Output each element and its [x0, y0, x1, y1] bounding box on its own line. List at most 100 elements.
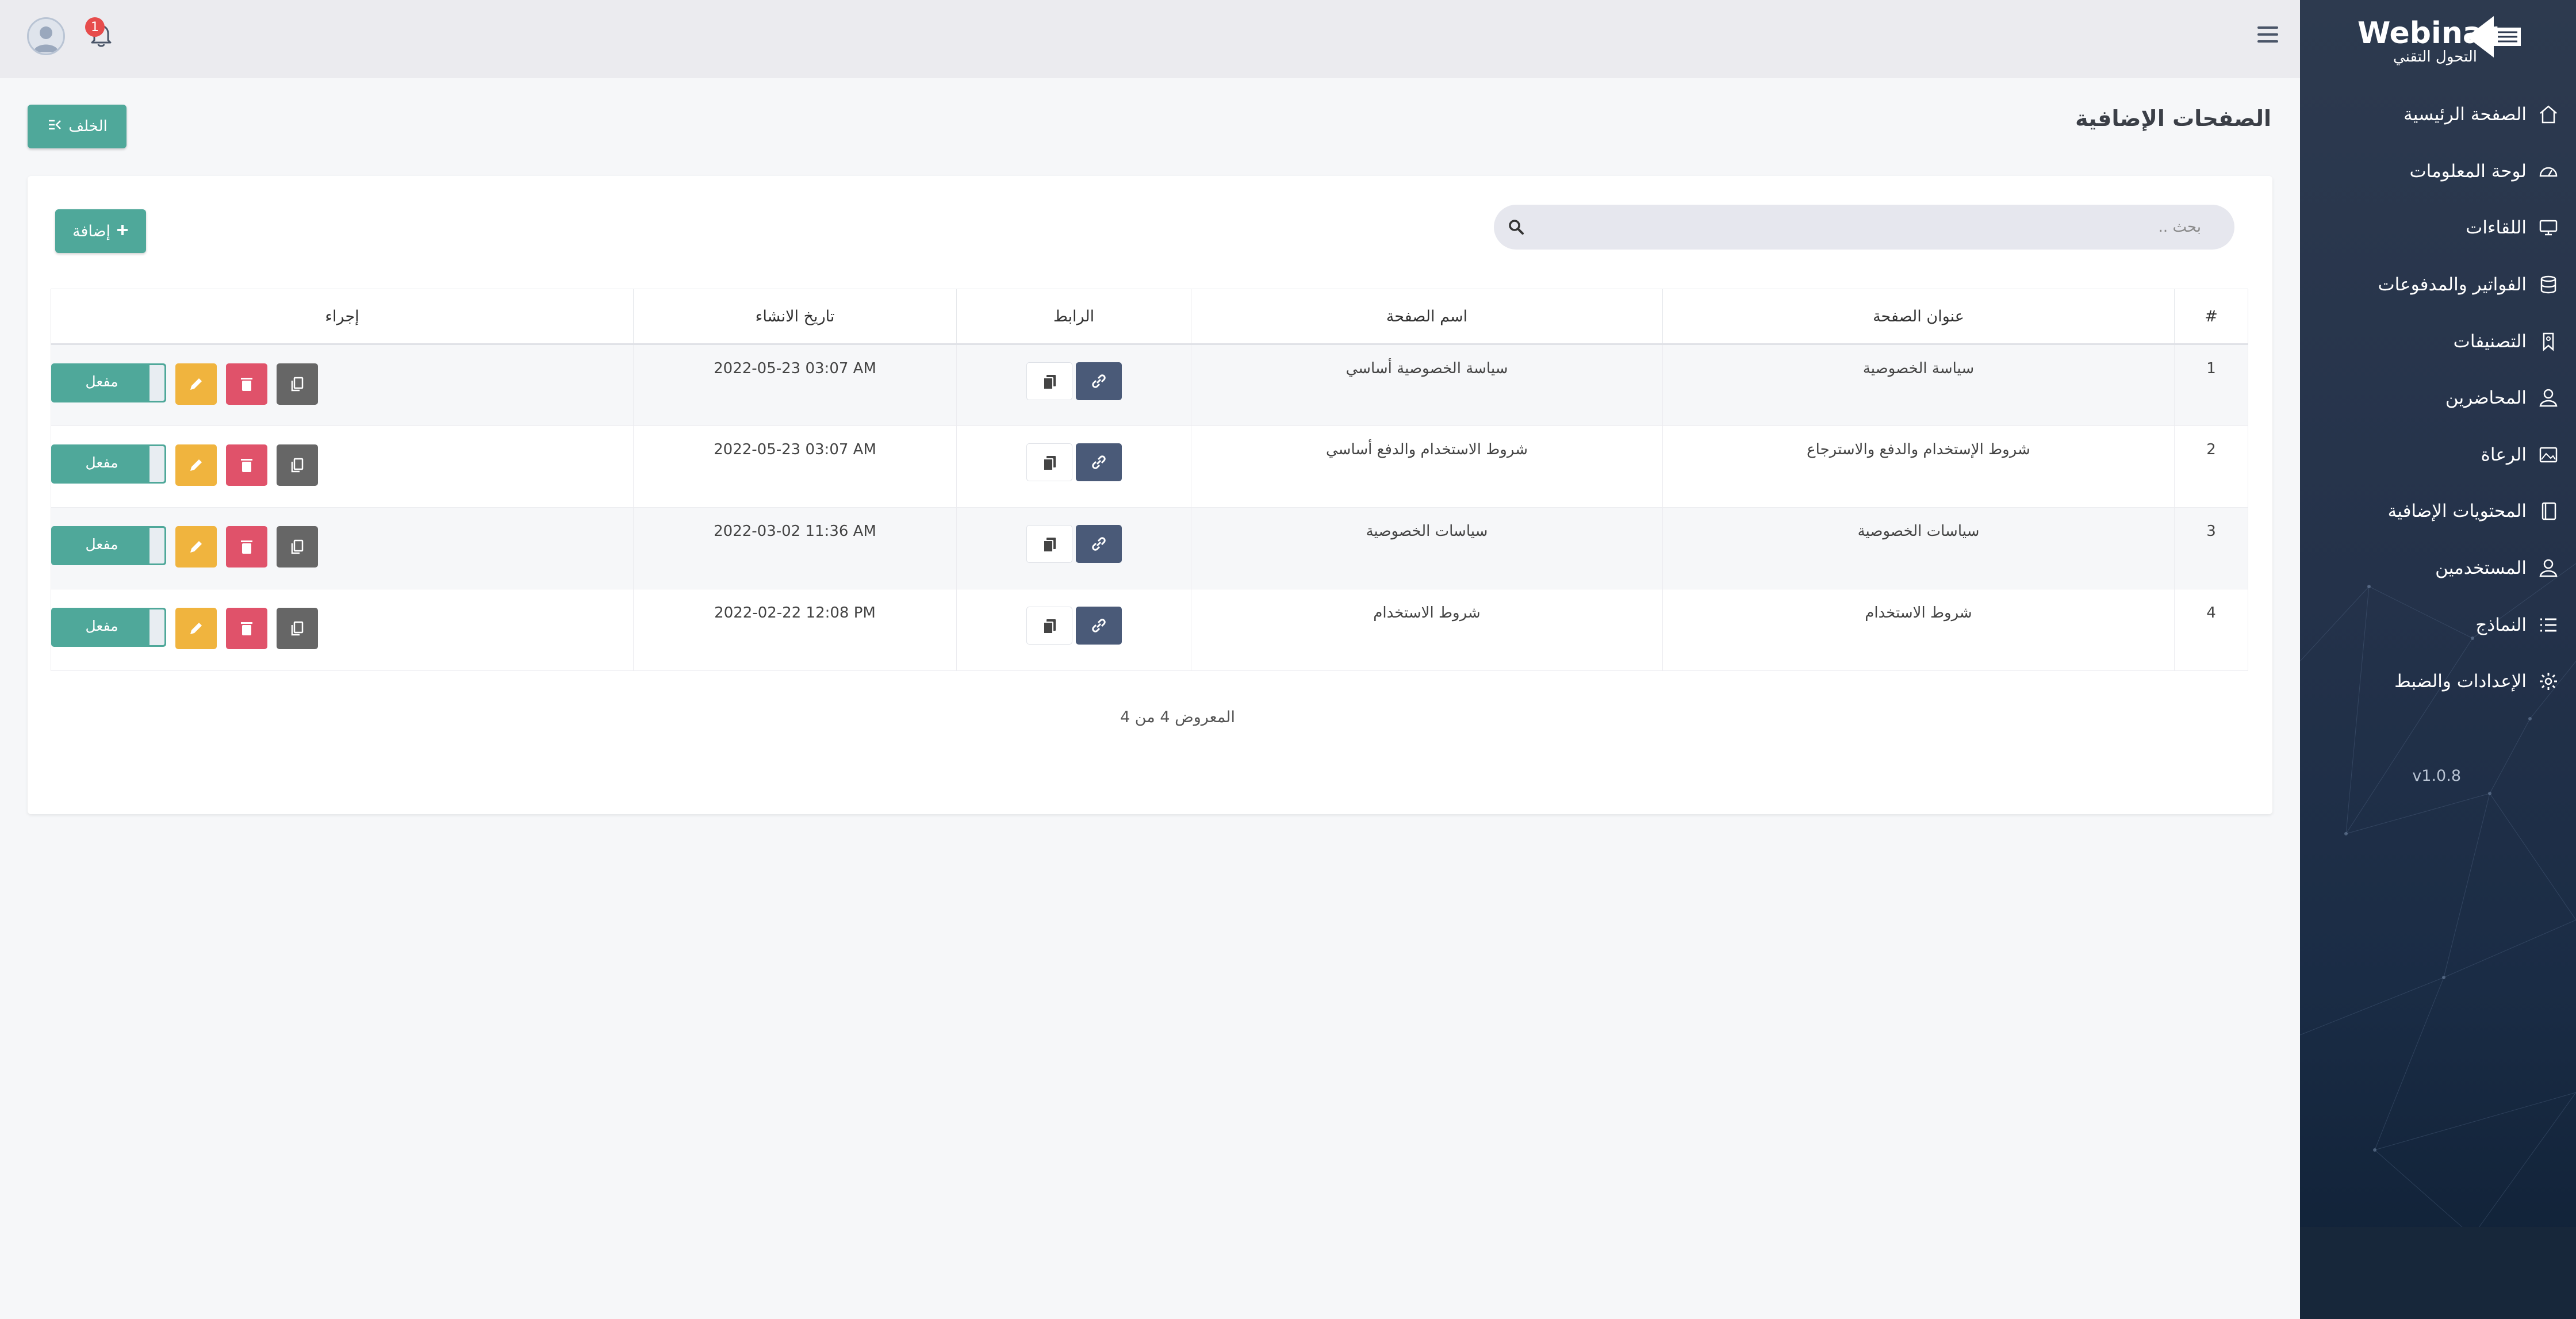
- page-name-cell: شروط الاستخدام والدفع أساسي: [1191, 425, 1663, 508]
- brand-logo[interactable]: Webinar التحول التقني: [2358, 13, 2521, 66]
- delete-button[interactable]: [226, 363, 267, 405]
- sidebar-item-users[interactable]: المستخدمين: [2300, 540, 2576, 597]
- avatar[interactable]: [27, 17, 65, 55]
- page-title-cell: سياسات الخصوصية: [1662, 507, 2175, 589]
- search-input[interactable]: [1540, 205, 2213, 250]
- sidebar-item-label: لوحة المعلومات: [2409, 160, 2527, 182]
- edit-button[interactable]: [175, 444, 217, 486]
- page-name-cell: سياسة الخصوصية أساسي: [1191, 344, 1663, 426]
- link-cell: [956, 589, 1191, 671]
- page-title-cell: شروط الاستخدام: [1662, 589, 2175, 671]
- delete-button[interactable]: [226, 608, 267, 649]
- page-title-cell: شروط الإستخدام والدفع والاسترجاع: [1662, 425, 2175, 508]
- bookmark-icon: [2538, 331, 2559, 352]
- sidebar-item-label: اللقاءات: [2466, 217, 2527, 239]
- header-link: الرابط: [956, 289, 1191, 345]
- actions-cell: مفعل: [51, 344, 634, 426]
- gear-icon: [2538, 671, 2559, 692]
- created-date-cell: 2022-05-23 03:07 AM: [633, 344, 957, 426]
- sidebar: Webinar التحول التقني الصفحة الرئيسية لوح…: [2300, 0, 2576, 1319]
- back-icon: [47, 118, 63, 135]
- sidebar-item-sponsors[interactable]: الرعاة: [2300, 427, 2576, 484]
- toggle-knob: [150, 609, 164, 645]
- status-label: مفعل: [85, 454, 118, 471]
- user-icon: [2538, 558, 2559, 578]
- sidebar-item-categories[interactable]: التصنيفات: [2300, 313, 2576, 370]
- add-button-label: إضافة: [72, 222, 111, 240]
- duplicate-button[interactable]: [277, 526, 318, 568]
- add-button[interactable]: إضافة: [55, 209, 146, 253]
- back-button-label: الخلف: [68, 118, 108, 135]
- user-icon: [2538, 388, 2559, 408]
- pagination-summary: المعروض 4 من 4: [1120, 708, 1236, 726]
- sidebar-item-meetings[interactable]: اللقاءات: [2300, 200, 2576, 256]
- copy-link-button[interactable]: [1026, 607, 1072, 645]
- page-name-cell: شروط الاستخدام: [1191, 589, 1663, 671]
- database-icon: [2538, 274, 2559, 295]
- plus-icon: [116, 223, 129, 240]
- sidebar-item-dashboard[interactable]: لوحة المعلومات: [2300, 143, 2576, 200]
- actions-cell: مفعل: [51, 589, 634, 671]
- delete-button[interactable]: [226, 526, 267, 568]
- toggle-knob: [150, 365, 164, 401]
- dashboard-icon: [2538, 161, 2559, 182]
- sidebar-item-invoices[interactable]: الفواتير والمدفوعات: [2300, 256, 2576, 313]
- status-toggle[interactable]: مفعل: [51, 608, 166, 647]
- sidebar-item-label: التصنيفات: [2453, 331, 2527, 352]
- image-icon: [2538, 444, 2559, 465]
- delete-button[interactable]: [226, 444, 267, 486]
- page-title: الصفحات الإضافية: [2075, 106, 2271, 131]
- edit-button[interactable]: [175, 608, 217, 649]
- sidebar-item-settings[interactable]: الإعدادات والضبط: [2300, 653, 2576, 710]
- list-icon: [2538, 615, 2559, 635]
- toggle-knob: [150, 528, 164, 563]
- table-row: 1 سياسة الخصوصية سياسة الخصوصية أساسي 2022-…: [51, 344, 2248, 426]
- copy-link-button[interactable]: [1026, 443, 1072, 481]
- open-link-button[interactable]: [1075, 443, 1122, 481]
- status-toggle[interactable]: مفعل: [51, 526, 166, 565]
- copy-link-button[interactable]: [1026, 525, 1072, 563]
- table-row: 3 سياسات الخصوصية سياسات الخصوصية 2022-03-0…: [51, 507, 2248, 589]
- sidebar-item-lecturers[interactable]: المحاضرين: [2300, 370, 2576, 427]
- sidebar-item-forms[interactable]: النماذج: [2300, 596, 2576, 653]
- sidebar-item-extra-content[interactable]: المحتويات الإضافية: [2300, 483, 2576, 540]
- user-avatar-icon: [33, 26, 59, 52]
- edit-button[interactable]: [175, 526, 217, 568]
- row-number: 1: [2174, 344, 2248, 426]
- notification-badge: 1: [85, 17, 105, 37]
- duplicate-button[interactable]: [277, 363, 318, 405]
- copy-link-button[interactable]: [1026, 362, 1072, 400]
- content-card: إضافة # عنوان الصفحة اسم الصفحة الرابط ت…: [28, 176, 2272, 814]
- edit-button[interactable]: [175, 363, 217, 405]
- page-title-cell: سياسة الخصوصية: [1662, 344, 2175, 426]
- created-date: 2022-05-23 03:07 AM: [714, 360, 876, 377]
- header-actions: إجراء: [51, 289, 634, 345]
- toggle-knob: [150, 446, 164, 482]
- duplicate-button[interactable]: [277, 444, 318, 486]
- book-icon: [2538, 501, 2559, 522]
- created-date: 2022-05-23 03:07 AM: [714, 441, 876, 458]
- status-toggle[interactable]: مفعل: [51, 363, 166, 402]
- open-link-button[interactable]: [1075, 525, 1122, 563]
- back-button[interactable]: الخلف: [28, 105, 126, 148]
- link-cell: [956, 507, 1191, 589]
- home-icon: [2538, 104, 2559, 125]
- sidebar-item-label: المستخدمين: [2435, 558, 2527, 579]
- sidebar-item-label: الإعدادات والضبط: [2394, 671, 2527, 692]
- pages-table: # عنوان الصفحة اسم الصفحة الرابط تاريخ ا…: [51, 289, 2248, 671]
- sidebar-item-home[interactable]: الصفحة الرئيسية: [2300, 86, 2576, 143]
- status-label: مفعل: [85, 618, 118, 634]
- created-date-cell: 2022-03-02 11:36 AM: [633, 507, 957, 589]
- sidebar-item-label: المحتويات الإضافية: [2387, 501, 2527, 522]
- duplicate-button[interactable]: [277, 608, 318, 649]
- app-version: v1.0.8: [2412, 767, 2461, 785]
- header-num: #: [2174, 289, 2248, 345]
- open-link-button[interactable]: [1075, 607, 1122, 645]
- row-number: 3: [2174, 507, 2248, 589]
- menu-toggle-icon[interactable]: [2256, 24, 2279, 45]
- sidebar-footer-block: [2300, 1227, 2576, 1319]
- status-toggle[interactable]: مفعل: [51, 444, 166, 484]
- open-link-button[interactable]: [1075, 362, 1122, 400]
- search-icon[interactable]: [1508, 218, 1525, 236]
- topbar: 1: [0, 0, 2300, 78]
